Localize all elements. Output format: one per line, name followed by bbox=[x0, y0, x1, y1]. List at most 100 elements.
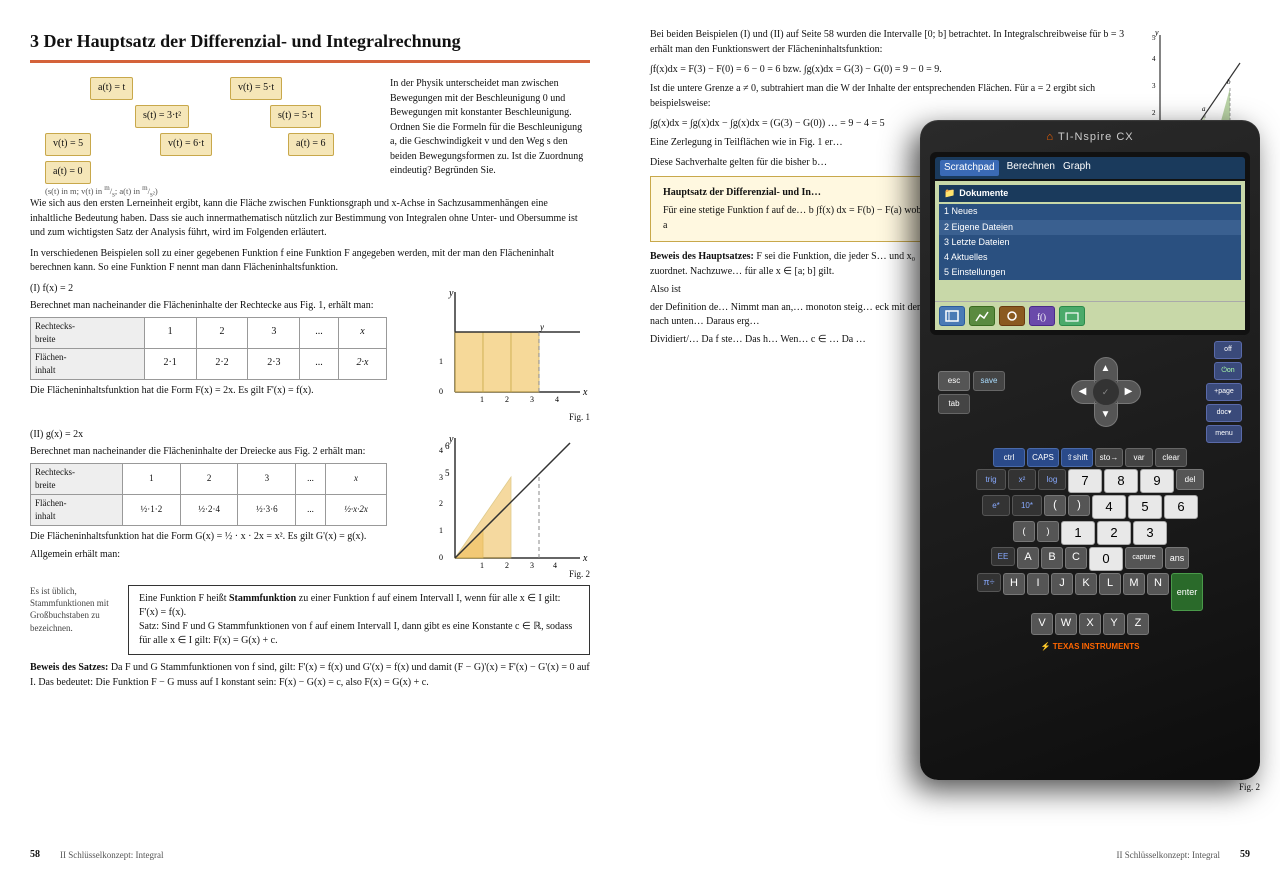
keyrow-alpha2: V W X Y Z bbox=[934, 613, 1246, 635]
key-del[interactable]: del bbox=[1176, 469, 1204, 490]
key-log[interactable]: log bbox=[1038, 469, 1066, 490]
key-EE[interactable]: EE bbox=[991, 547, 1015, 566]
calc-tab-berechnen[interactable]: Berechnen bbox=[1007, 160, 1055, 177]
calc-icon-4[interactable]: f() bbox=[1029, 306, 1055, 326]
calc-menu-item-1[interactable]: 1 Neues bbox=[939, 204, 1241, 219]
calc-menu-item-5[interactable]: 5 Einstellungen bbox=[939, 265, 1241, 280]
key-ctrl[interactable]: ctrl bbox=[993, 448, 1025, 467]
calc-icon-3[interactable] bbox=[999, 306, 1025, 326]
calc-dokumente-header[interactable]: 📁Dokumente bbox=[939, 185, 1241, 202]
key-shift[interactable]: ⇧shift bbox=[1061, 448, 1093, 467]
key-B[interactable]: B bbox=[1041, 547, 1063, 569]
svg-text:1: 1 bbox=[480, 395, 484, 404]
calc-keypad: ctrl CAPS ⇧shift sto→ var clear trig x² … bbox=[930, 448, 1250, 635]
key-I[interactable]: I bbox=[1027, 573, 1049, 595]
calc-left-keys: esc save tab bbox=[938, 371, 1005, 414]
calc-menu-bar[interactable]: Scratchpad Berechnen Graph bbox=[935, 157, 1245, 180]
stammfunktion-bold: Stammfunktion bbox=[229, 593, 296, 604]
key-9[interactable]: 9 bbox=[1140, 469, 1174, 493]
svg-text:f(): f() bbox=[1037, 312, 1046, 322]
svg-text:4: 4 bbox=[555, 395, 559, 404]
calc-tab-scratchpad[interactable]: Scratchpad bbox=[940, 160, 999, 177]
key-Z[interactable]: Z bbox=[1127, 613, 1149, 635]
svg-text:b: b bbox=[1227, 78, 1231, 86]
key-page[interactable]: +page bbox=[1206, 383, 1242, 401]
key-N[interactable]: N bbox=[1147, 573, 1169, 595]
svg-text:3: 3 bbox=[530, 395, 534, 404]
key-x2[interactable]: x² bbox=[1008, 469, 1036, 490]
beweis-title: Beweis des Satzes: bbox=[30, 662, 108, 673]
calc-menu-item-3[interactable]: 3 Letzte Dateien bbox=[939, 235, 1241, 250]
key-1[interactable]: 1 bbox=[1061, 521, 1095, 545]
svg-text:5: 5 bbox=[445, 468, 450, 478]
key-off[interactable]: off bbox=[1214, 341, 1242, 359]
key-sto[interactable]: sto→ bbox=[1095, 448, 1123, 467]
key-esc[interactable]: esc bbox=[938, 371, 970, 391]
key-comma[interactable]: ( bbox=[1013, 521, 1035, 542]
key-K[interactable]: K bbox=[1075, 573, 1097, 595]
dpad-center[interactable]: ✓ bbox=[1091, 377, 1121, 407]
keyrow-math2: e* 10* ( ) 4 5 6 bbox=[934, 495, 1246, 519]
key-rp2[interactable]: ) bbox=[1037, 521, 1059, 542]
calc-icon-2[interactable] bbox=[969, 306, 995, 326]
key-trig[interactable]: trig bbox=[976, 469, 1006, 490]
key-enter[interactable]: enter bbox=[1171, 573, 1203, 611]
svg-text:6: 6 bbox=[445, 441, 450, 451]
key-pi[interactable]: π÷ bbox=[977, 573, 1001, 592]
key-H[interactable]: H bbox=[1003, 573, 1025, 595]
calc-tab-graph[interactable]: Graph bbox=[1063, 160, 1091, 177]
svg-text:4: 4 bbox=[553, 561, 557, 570]
key-menu[interactable]: menu bbox=[1206, 425, 1242, 443]
key-rparen[interactable]: ) bbox=[1068, 495, 1090, 516]
calc-screen-area: Scratchpad Berechnen Graph 📁Dokumente 1 … bbox=[930, 152, 1250, 336]
svg-text:1: 1 bbox=[439, 526, 443, 535]
svg-text:1: 1 bbox=[480, 561, 484, 570]
key-V[interactable]: V bbox=[1031, 613, 1053, 635]
key-10x[interactable]: 10* bbox=[1012, 495, 1042, 516]
motion-box-7: a(t) = 6 bbox=[288, 133, 334, 156]
key-M[interactable]: M bbox=[1123, 573, 1145, 595]
svg-text:5: 5 bbox=[1152, 34, 1156, 42]
beweis-content: Da F und G Stammfunktionen von f sind, g… bbox=[30, 662, 590, 688]
calc-app-icons: f() bbox=[935, 301, 1245, 330]
svg-text:3: 3 bbox=[1152, 82, 1156, 90]
key-J[interactable]: J bbox=[1051, 573, 1073, 595]
calc-dpad[interactable]: ▲ ▼ ◀ ▶ ✓ bbox=[1071, 357, 1141, 427]
key-5[interactable]: 5 bbox=[1128, 495, 1162, 519]
key-A[interactable]: A bbox=[1017, 547, 1039, 569]
key-0[interactable]: 0 bbox=[1089, 547, 1123, 571]
svg-text:y: y bbox=[539, 322, 544, 332]
calc-menu-item-4[interactable]: 4 Aktuelles bbox=[939, 250, 1241, 265]
key-X[interactable]: X bbox=[1079, 613, 1101, 635]
fig1-label-left: Fig. 1 bbox=[435, 411, 590, 424]
key-var[interactable]: var bbox=[1125, 448, 1153, 467]
svg-text:a: a bbox=[1202, 105, 1206, 113]
key-tab[interactable]: tab bbox=[938, 394, 970, 414]
key-ans[interactable]: ans bbox=[1165, 547, 1189, 569]
key-on[interactable]: ⏻on bbox=[1214, 362, 1242, 380]
key-doc[interactable]: doc▾ bbox=[1206, 404, 1242, 422]
key-7[interactable]: 7 bbox=[1068, 469, 1102, 493]
key-4[interactable]: 4 bbox=[1092, 495, 1126, 519]
key-save[interactable]: save bbox=[973, 371, 1005, 391]
calc-icon-5[interactable] bbox=[1059, 306, 1085, 326]
key-8[interactable]: 8 bbox=[1104, 469, 1138, 493]
key-clear[interactable]: clear bbox=[1155, 448, 1187, 467]
calc-menu-item-2[interactable]: 2 Eigene Dateien bbox=[939, 220, 1241, 235]
key-capture[interactable]: capture bbox=[1125, 547, 1163, 569]
keyrow-bottom1: EE A B C 0 capture ans bbox=[934, 547, 1246, 571]
key-W[interactable]: W bbox=[1055, 613, 1077, 635]
key-lparen[interactable]: ( bbox=[1044, 495, 1066, 516]
keyrow-alpha1: π÷ H I J K L M N enter bbox=[934, 573, 1246, 611]
key-e[interactable]: e* bbox=[982, 495, 1010, 516]
svg-text:0: 0 bbox=[439, 553, 443, 562]
calculator: ⌂ TI-Nspire CX Scratchpad Berechnen Grap… bbox=[920, 120, 1280, 800]
key-Y[interactable]: Y bbox=[1103, 613, 1125, 635]
key-L[interactable]: L bbox=[1099, 573, 1121, 595]
key-C[interactable]: C bbox=[1065, 547, 1087, 569]
key-caps[interactable]: CAPS bbox=[1027, 448, 1059, 467]
key-3[interactable]: 3 bbox=[1133, 521, 1167, 545]
key-2[interactable]: 2 bbox=[1097, 521, 1131, 545]
key-6[interactable]: 6 bbox=[1164, 495, 1198, 519]
calc-icon-1[interactable] bbox=[939, 306, 965, 326]
